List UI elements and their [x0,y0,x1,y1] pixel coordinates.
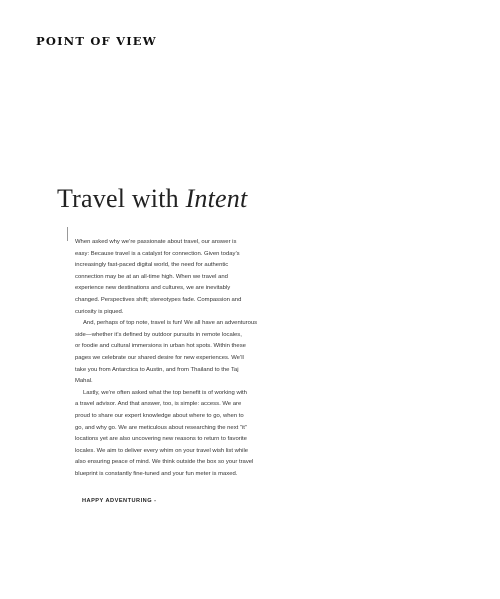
body-line: also ensuring peace of mind. We think ou… [75,459,254,466]
section-label: POINT OF VIEW [36,34,157,48]
body-line: a travel advisor. And that answer, too, … [75,401,242,408]
article-body: When asked why we’re passionate about tr… [75,237,280,480]
body-line: increasingly fast-paced digital world, t… [75,262,229,269]
body-line: locales. We aim to deliver every whim on… [75,447,249,454]
body-line: or foodie and cultural immersions in urb… [75,343,246,350]
body-line: blueprint is constantly fine-tuned and y… [75,470,238,477]
paragraph-2: And, perhaps of top note, travel is fun!… [75,318,280,388]
body-line: locations yet are also uncovering new re… [75,436,247,443]
body-line: changed. Perspectives shift; stereotypes… [75,296,242,303]
article-title: Travel with Intent [57,184,247,214]
body-line: Mahal. [75,378,93,385]
body-line: curiosity is piqued. [75,308,124,315]
body-line: proud to share our expert knowledge abou… [75,412,244,419]
title-emphasis: Intent [185,184,248,213]
body-line: experience new destinations and cultures… [75,285,231,292]
quote-mark-divider [67,227,68,241]
body-line: connection may be at an all-time high. W… [75,273,228,280]
body-line: easy: Because travel is a catalyst for c… [75,250,240,257]
body-line: When asked why we’re passionate about tr… [75,239,237,245]
body-line: go, and why go. We are meticulous about … [75,424,247,431]
body-line: side—whether it’s defined by outdoor pur… [75,331,242,338]
body-line: take you from Antarctica to Austin, and … [75,366,239,373]
body-line: pages we celebrate our shared desire for… [75,354,244,361]
title-main: Travel with [57,184,186,213]
paragraph-1: When asked why we’re passionate about tr… [75,237,280,318]
body-line: And, perhaps of top note, travel is fun!… [83,320,258,327]
signoff: HAPPY ADVENTURING - [82,498,157,504]
paragraph-3: Lastly, we’re often asked what the top b… [75,388,280,481]
body-line: Lastly, we’re often asked what the top b… [83,389,247,396]
